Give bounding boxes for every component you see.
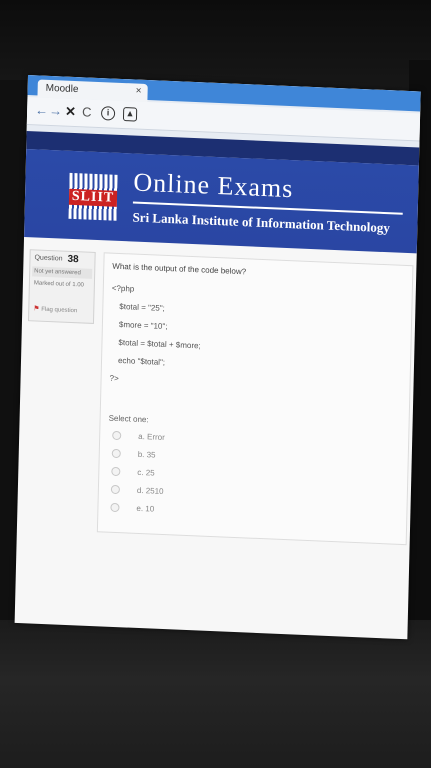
- reload-icon[interactable]: C: [82, 104, 92, 119]
- select-one-label: Select one:: [108, 413, 149, 425]
- answer-option-e[interactable]: e. 10: [106, 502, 163, 522]
- answer-option-d[interactable]: d. 2510: [107, 484, 164, 504]
- stop-icon[interactable]: ✕: [65, 104, 76, 120]
- question-state: Not yet answered: [32, 266, 93, 279]
- back-arrow-icon[interactable]: ←: [35, 102, 48, 118]
- radio-button[interactable]: [110, 502, 120, 513]
- page-icon[interactable]: ▲: [122, 107, 138, 122]
- forward-arrow-icon[interactable]: →: [49, 103, 62, 119]
- option-label: d. 2510: [136, 485, 164, 496]
- monitor-screen: Moodle × ← → ✕ C i ▲ SLIIT Online Exams …: [14, 75, 421, 640]
- radio-button[interactable]: [111, 448, 121, 459]
- info-icon[interactable]: i: [100, 106, 116, 121]
- tab-title: Moodle: [45, 82, 79, 96]
- page-title: Online Exams: [133, 167, 294, 204]
- code-line: echo "$total";: [117, 355, 166, 367]
- code-block: <?php $total = "25"; $more = "10"; $tota…: [109, 280, 202, 392]
- code-line: ?>: [109, 373, 119, 384]
- question-label: Question: [34, 254, 63, 263]
- sliit-logo: SLIIT: [68, 172, 118, 221]
- desk-surface: [0, 620, 431, 768]
- answer-option-c[interactable]: c. 25: [107, 466, 164, 486]
- answer-option-a[interactable]: a. Error: [108, 430, 165, 450]
- exam-header: SLIIT Online Exams Sri Lanka Institute o…: [24, 148, 419, 254]
- option-label: b. 35: [137, 449, 156, 460]
- question-text: What is the output of the code below?: [112, 261, 247, 277]
- question-number: 38: [67, 253, 79, 266]
- option-label: e. 10: [136, 503, 155, 514]
- tab-close-icon[interactable]: ×: [136, 86, 142, 97]
- page-subtitle: Sri Lanka Institute of Information Techn…: [132, 209, 391, 236]
- option-label: a. Error: [138, 431, 165, 442]
- question-marks: Marked out of 1.00: [33, 280, 84, 289]
- radio-button[interactable]: [110, 484, 121, 495]
- flag-icon: ⚑: [33, 305, 40, 313]
- answer-options: a. Error b. 35 c. 25 d. 2510 e. 10: [106, 430, 165, 522]
- answer-option-b[interactable]: b. 35: [107, 448, 164, 468]
- flag-question-label: Flag question: [41, 306, 78, 315]
- flag-question-link[interactable]: ⚑ Flag question: [33, 304, 77, 314]
- radio-button[interactable]: [112, 430, 122, 441]
- option-label: c. 25: [137, 467, 155, 478]
- question-content: What is the output of the code below? <?…: [96, 252, 414, 546]
- radio-button[interactable]: [111, 466, 121, 477]
- question-info-box: Question 38 Not yet answered Marked out …: [27, 249, 96, 324]
- logo-text: SLIIT: [68, 188, 118, 207]
